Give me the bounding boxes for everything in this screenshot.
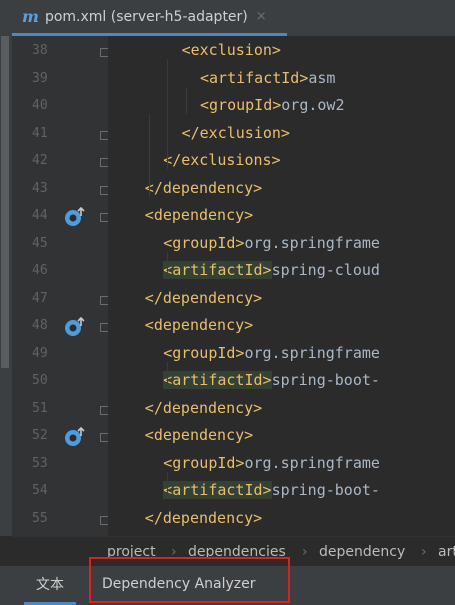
xml-tag: <groupId> — [200, 96, 282, 114]
maven-file-icon: m — [22, 7, 39, 26]
editor-tab-pom-xml[interactable]: m pom.xml (server-h5-adapter) × — [12, 0, 287, 36]
xml-text: org.springframe — [244, 233, 380, 252]
xml-text: spring-cloud — [271, 261, 380, 279]
line-number: 55 — [32, 510, 48, 526]
left-scroll-strip[interactable] — [0, 36, 12, 536]
line-number: 47 — [32, 290, 48, 306]
xml-text: org.ow2 — [281, 96, 345, 114]
code-line: <artifactId>asm — [200, 67, 335, 89]
line-number: 50 — [32, 373, 48, 388]
xml-text: spring-boot- — [271, 371, 380, 389]
close-tab-icon[interactable]: × — [256, 9, 267, 24]
code-line: <groupId>org.springframe — [163, 232, 380, 254]
xml-text: spring-boot- — [271, 481, 380, 499]
code-line: <artifactId>spring-boot- — [163, 369, 380, 391]
indent-guide — [185, 86, 187, 114]
code-line: </dependency> — [145, 177, 262, 199]
xml-text: org.springframe — [244, 343, 380, 362]
breadcrumb-item[interactable]: art — [438, 544, 455, 560]
code-line: </exclusions> — [163, 149, 280, 171]
code-line: <dependency> — [145, 424, 253, 446]
xml-tag: </exclusion> — [181, 123, 290, 142]
line-number: 53 — [32, 455, 48, 471]
editor-tab-title: pom.xml (server-h5-adapter) — [44, 8, 248, 25]
code-line: <groupId>org.ow2 — [200, 94, 345, 116]
override-marker-icon[interactable] — [64, 316, 86, 338]
override-marker-icon[interactable] — [64, 206, 86, 228]
xml-tag: <artifactId> — [200, 68, 309, 87]
line-number: 43 — [32, 180, 48, 196]
line-number: 54 — [32, 483, 48, 498]
xml-tag: </dependency> — [144, 398, 263, 417]
breadcrumb-item[interactable]: dependency — [319, 544, 405, 560]
line-number: 46 — [32, 263, 48, 278]
xml-text: org.springframe — [244, 453, 380, 472]
line-number: 39 — [32, 70, 48, 86]
xml-tag: </dependency> — [144, 178, 263, 197]
xml-tag: </dependency> — [144, 288, 263, 307]
code-line: <artifactId>spring-cloud — [163, 259, 380, 281]
xml-tag: <groupId> — [163, 343, 245, 362]
xml-tag: </exclusions> — [163, 151, 281, 169]
xml-tag: <dependency> — [144, 316, 254, 334]
xml-tag: <artifactId> — [163, 481, 272, 499]
line-number: 42 — [32, 153, 48, 168]
code-editor[interactable]: <exclusion> <artifactId>asm <groupId>org.o… — [108, 36, 455, 536]
indent-guide — [167, 361, 169, 389]
line-number: 45 — [32, 235, 48, 251]
indent-guide — [167, 59, 169, 169]
xml-tag: <artifactId> — [163, 261, 272, 279]
xml-tag: <groupId> — [163, 233, 245, 252]
code-line: <exclusion> — [182, 39, 281, 61]
xml-tag: <dependency> — [144, 426, 254, 444]
line-number: 48 — [32, 318, 48, 333]
line-number: 44 — [32, 208, 48, 223]
code-line: <groupId>org.springframe — [163, 342, 380, 364]
scrollbar-thumb[interactable] — [1, 36, 9, 368]
code-line: <artifactId>spring-boot- — [163, 479, 380, 501]
xml-tag: <groupId> — [163, 453, 245, 472]
indent-guide — [167, 471, 169, 499]
xml-tag: <artifactId> — [163, 371, 272, 389]
highlight-box — [89, 557, 290, 603]
editor-tab-bar: m pom.xml (server-h5-adapter) × — [0, 0, 455, 37]
code-line: <groupId>org.springframe — [163, 452, 380, 474]
xml-tag: <exclusion> — [181, 41, 281, 59]
tab-text[interactable]: 文本 — [24, 566, 76, 605]
line-number: 52 — [32, 428, 48, 443]
code-line: </dependency> — [145, 397, 262, 419]
code-line: </dependency> — [145, 507, 262, 529]
line-number: 38 — [32, 43, 48, 58]
line-number: 49 — [32, 345, 48, 361]
line-number: 40 — [32, 98, 48, 113]
code-line: <dependency> — [145, 314, 253, 336]
breadcrumb-separator-icon: › — [302, 544, 308, 560]
line-number-gutter: 38 39 40 41 42 43 44 45 46 47 48 49 50 51 52 53 54 55 — [12, 36, 109, 536]
code-line: </exclusion> — [182, 122, 290, 144]
indent-guide — [148, 114, 150, 197]
xml-text: asm — [308, 68, 336, 87]
indent-guide — [167, 251, 169, 279]
code-line: <dependency> — [145, 204, 253, 226]
xml-tag: </dependency> — [144, 508, 263, 527]
code-line: </dependency> — [145, 287, 262, 309]
line-number: 41 — [32, 125, 48, 141]
xml-tag: <dependency> — [144, 206, 254, 224]
breadcrumb-separator-icon: › — [421, 544, 427, 560]
line-number: 51 — [32, 400, 48, 416]
override-marker-icon[interactable] — [64, 426, 86, 448]
